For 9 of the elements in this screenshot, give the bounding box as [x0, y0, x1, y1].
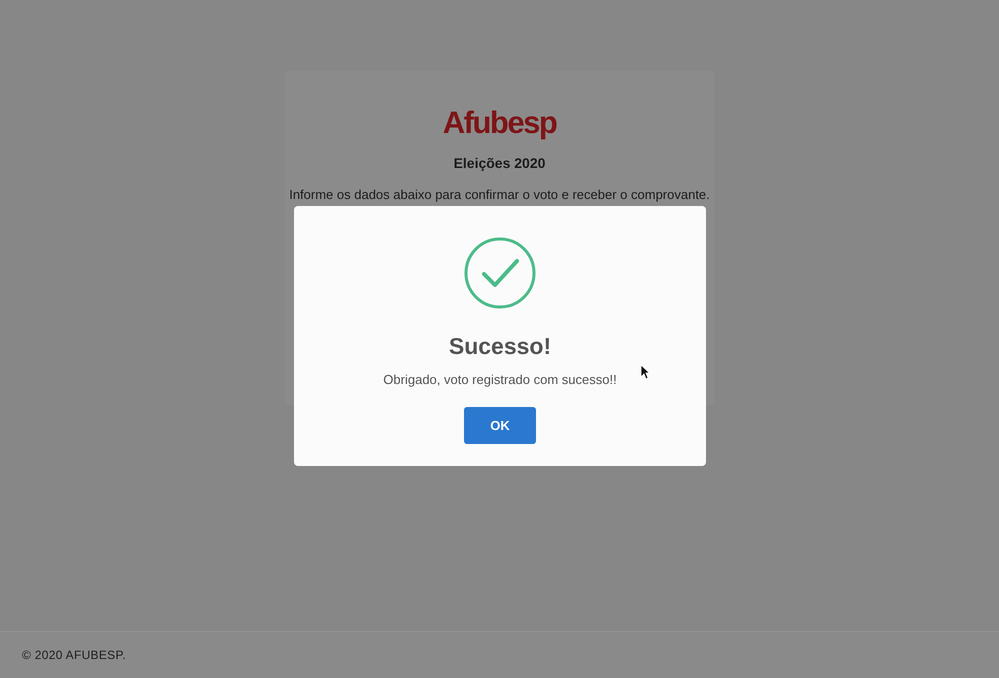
instructions-text: Informe os dados abaixo para confirmar o voto e receber o comprovante. — [289, 187, 710, 202]
dialog-title: Sucesso! — [448, 333, 552, 360]
ok-button[interactable]: OK — [464, 407, 536, 444]
page-title: Eleições 2020 — [454, 155, 546, 171]
logo: Afubesp — [442, 104, 556, 142]
success-check-icon — [464, 237, 536, 309]
copyright-text: © 2020 AFUBESP. — [22, 648, 126, 662]
mouse-cursor-icon — [640, 364, 650, 380]
dialog-message: Obrigado, voto registrado com sucesso!! — [383, 372, 617, 387]
